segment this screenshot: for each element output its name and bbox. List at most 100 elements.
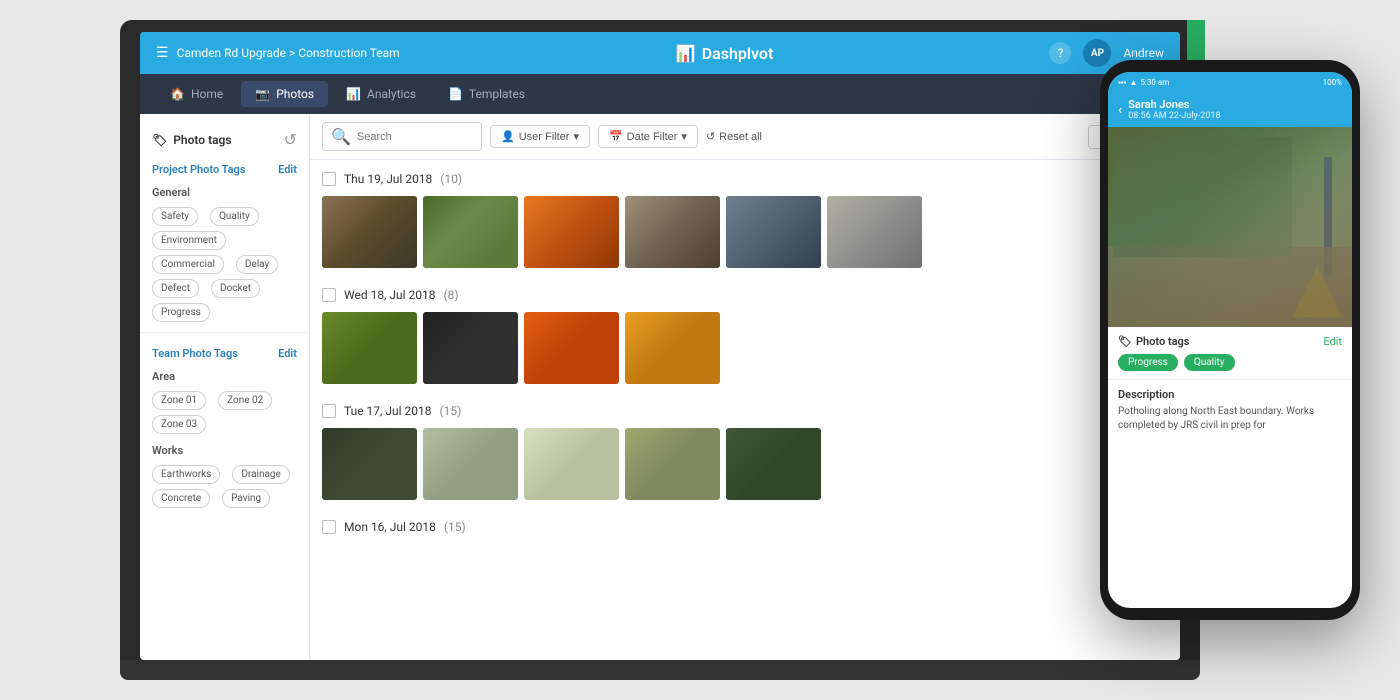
top-nav-left: ☰ Camden Rd Upgrade > Construction Team xyxy=(156,45,400,61)
date-checkbox-jul16[interactable] xyxy=(322,520,336,534)
breadcrumb: Camden Rd Upgrade > Construction Team xyxy=(177,46,400,60)
nav-item-analytics[interactable]: 📊 Analytics xyxy=(332,81,430,107)
tag-concrete[interactable]: Concrete xyxy=(152,489,210,508)
date-group-jul16: Mon 16, Jul 2018 (15) xyxy=(322,520,1168,534)
nav-templates-label: Templates xyxy=(469,87,525,101)
phone-tags-header: 🏷 Photo tags Edit xyxy=(1118,335,1342,348)
photos-container[interactable]: Thu 19, Jul 2018 (10) xyxy=(310,160,1180,660)
phone-status-left: ▪▪▪ ▲ 5:30 am xyxy=(1118,78,1169,87)
tag-delay[interactable]: Delay xyxy=(236,255,278,274)
photo-thumb[interactable] xyxy=(322,428,417,500)
bar-chart-icon: 📊 xyxy=(676,44,696,63)
phone-tags-edit-link[interactable]: Edit xyxy=(1323,335,1342,348)
phone-photo[interactable] xyxy=(1108,127,1352,327)
tag-zone03[interactable]: Zone 03 xyxy=(152,415,206,434)
date-filter-label: Date Filter xyxy=(627,131,678,143)
phone-tags-label: Photo tags xyxy=(1136,335,1189,348)
sidebar-reset-icon[interactable]: ↺ xyxy=(284,130,297,149)
date-count-jul18: (8) xyxy=(444,288,459,302)
photo-thumb[interactable] xyxy=(423,428,518,500)
photo-thumb[interactable] xyxy=(625,312,720,384)
photo-thumb[interactable] xyxy=(726,428,821,500)
phone-badge-progress[interactable]: Progress xyxy=(1118,354,1178,371)
nav-home-label: Home xyxy=(191,87,223,101)
photo-thumb[interactable] xyxy=(322,312,417,384)
phone-tag-icon: 🏷 xyxy=(1118,335,1132,348)
project-photo-tags-label: Project Photo Tags xyxy=(152,163,245,176)
tag-docket[interactable]: Docket xyxy=(211,279,260,298)
photo-thumb[interactable] xyxy=(524,428,619,500)
back-button[interactable]: ‹ xyxy=(1118,102,1122,118)
date-count-jul19: (10) xyxy=(440,172,462,186)
photo-thumb[interactable] xyxy=(827,196,922,268)
date-header-jul18: Wed 18, Jul 2018 (8) xyxy=(322,288,1168,302)
works-tags-row: Earthworks Drainage Concrete Paving xyxy=(140,460,309,512)
date-label-jul16: Mon 16, Jul 2018 xyxy=(344,520,436,534)
signal-icon: ▪▪▪ xyxy=(1118,78,1127,87)
date-checkbox-jul18[interactable] xyxy=(322,288,336,302)
nav-analytics-label: Analytics xyxy=(367,87,416,101)
nav-item-templates[interactable]: 📄 Templates xyxy=(434,81,539,107)
tag-drainage[interactable]: Drainage xyxy=(232,465,290,484)
main-content: 🏷 Photo tags ↺ Project Photo Tags Edit G… xyxy=(140,114,1180,660)
photo-thumb[interactable] xyxy=(625,196,720,268)
team-tags-edit-link[interactable]: Edit xyxy=(278,347,297,360)
project-tags-edit-link[interactable]: Edit xyxy=(278,163,297,176)
tag-progress[interactable]: Progress xyxy=(152,303,210,322)
tag-quality[interactable]: Quality xyxy=(210,207,259,226)
date-header-jul17: Tue 17, Jul 2018 (15) xyxy=(322,404,1168,418)
photo-thumb[interactable] xyxy=(423,312,518,384)
works-category-label: Works xyxy=(140,438,309,460)
photo-thumb[interactable] xyxy=(524,312,619,384)
phone-badge-quality[interactable]: Quality xyxy=(1184,354,1235,371)
phone-user-name: Sarah Jones xyxy=(1128,98,1342,111)
sidebar-header: 🏷 Photo tags ↺ xyxy=(140,124,309,155)
phone-tags-title: 🏷 Photo tags xyxy=(1118,335,1189,348)
reset-label: Reset all xyxy=(719,131,762,143)
date-count-jul16: (15) xyxy=(444,520,466,534)
area-tags-row: Zone 01 Zone 02 Zone 03 xyxy=(140,386,309,438)
phone-user-time: 08:56 AM 22-July-2018 xyxy=(1128,111,1342,121)
battery-label: 100% xyxy=(1323,78,1342,87)
tag-earthworks[interactable]: Earthworks xyxy=(152,465,220,484)
date-filter-button[interactable]: 📅 Date Filter ▾ xyxy=(598,125,698,148)
phone-tag-badges: Progress Quality xyxy=(1118,354,1342,371)
question-icon: ? xyxy=(1058,46,1064,60)
date-label-jul19: Thu 19, Jul 2018 xyxy=(344,172,432,186)
team-photo-tags-section: Team Photo Tags Edit xyxy=(140,339,309,364)
avatar[interactable]: AP xyxy=(1083,39,1111,67)
reset-button[interactable]: ↺ Reset all xyxy=(706,130,762,143)
photo-thumb[interactable] xyxy=(322,196,417,268)
search-input[interactable] xyxy=(357,131,473,143)
user-filter-button[interactable]: 👤 User Filter ▾ xyxy=(490,125,590,148)
tag-environment[interactable]: Environment xyxy=(152,231,226,250)
phone-desc-text: Potholing along North East boundary. Wor… xyxy=(1118,405,1342,433)
photos-icon: 📷 xyxy=(255,87,270,101)
date-checkbox-jul19[interactable] xyxy=(322,172,336,186)
date-checkbox-jul17[interactable] xyxy=(322,404,336,418)
tag-defect[interactable]: Defect xyxy=(152,279,199,298)
tag-zone02[interactable]: Zone 02 xyxy=(218,391,272,410)
tag-safety[interactable]: Safety xyxy=(152,207,198,226)
phone-tags-section: 🏷 Photo tags Edit Progress Quality xyxy=(1108,327,1352,380)
tag-paving[interactable]: Paving xyxy=(222,489,270,508)
phone-status-bar: ▪▪▪ ▲ 5:30 am 100% xyxy=(1108,72,1352,92)
tag-commercial[interactable]: Commercial xyxy=(152,255,224,274)
nav-item-photos[interactable]: 📷 Photos xyxy=(241,81,328,107)
photo-thumb[interactable] xyxy=(524,196,619,268)
hamburger-icon[interactable]: ☰ xyxy=(156,45,169,61)
photo-thumb[interactable] xyxy=(726,196,821,268)
phone-header: ‹ Sarah Jones 08:56 AM 22-July-2018 xyxy=(1108,92,1352,127)
user-icon: 👤 xyxy=(501,130,515,143)
search-box[interactable]: 🔍 xyxy=(322,122,482,151)
photo-grid-jul19 xyxy=(322,196,1168,268)
content-area: 🔍 👤 User Filter ▾ 📅 Date Filter ▾ xyxy=(310,114,1180,660)
tag-zone01[interactable]: Zone 01 xyxy=(152,391,206,410)
help-button[interactable]: ? xyxy=(1049,42,1071,64)
photo-thumb[interactable] xyxy=(423,196,518,268)
sidebar-title: 🏷 Photo tags xyxy=(152,133,232,147)
sidebar: 🏷 Photo tags ↺ Project Photo Tags Edit G… xyxy=(140,114,310,660)
analytics-icon: 📊 xyxy=(346,87,361,101)
photo-thumb[interactable] xyxy=(625,428,720,500)
nav-item-home[interactable]: 🏠 Home xyxy=(156,81,237,107)
